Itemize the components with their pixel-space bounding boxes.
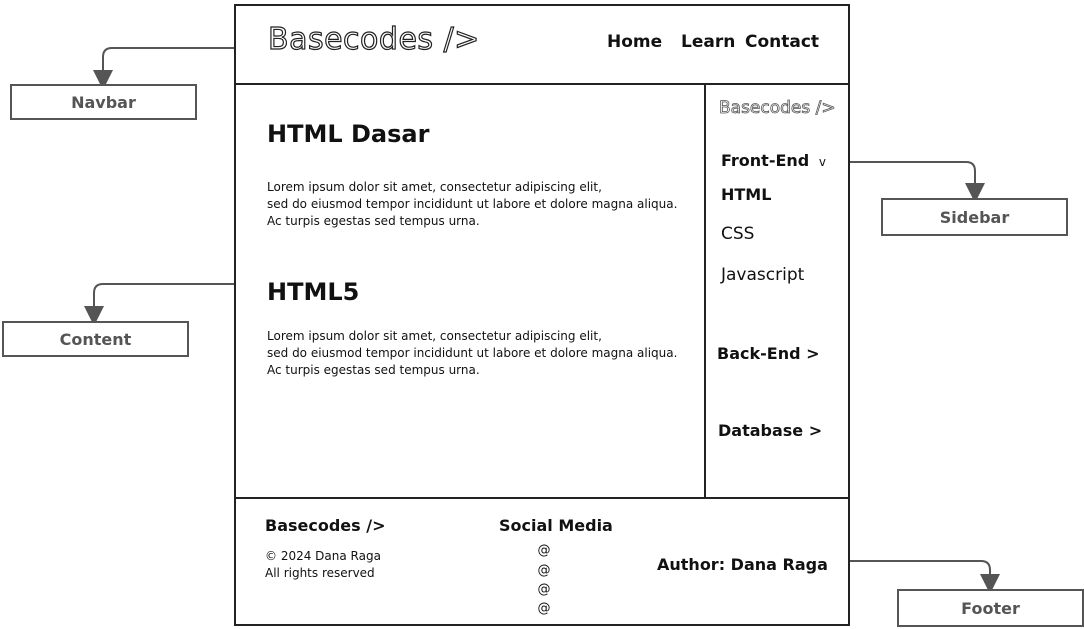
chevron-down-icon: v	[818, 155, 826, 169]
sidebar-database[interactable]: Database >	[718, 421, 822, 440]
sidebar-item-html[interactable]: HTML	[721, 185, 771, 204]
footer-divider	[234, 497, 850, 499]
social-icon[interactable]: @	[534, 543, 554, 558]
navbar-divider	[234, 83, 850, 85]
sidebar-item-javascript[interactable]: Javascript	[721, 265, 804, 285]
content-label-box: Content	[2, 321, 189, 357]
paragraph-line: sed do eiusmod tempor incididunt ut labo…	[267, 197, 678, 211]
content-paragraph-1: Lorem ipsum dolor sit amet, consectetur …	[267, 179, 697, 230]
footer-label: Footer	[961, 598, 1020, 618]
content-connector	[84, 283, 234, 326]
paragraph-line: sed do eiusmod tempor incididunt ut labo…	[267, 346, 678, 360]
paragraph-line: Ac turpis egestas sed tempus urna.	[267, 363, 480, 377]
sidebar-item-css[interactable]: CSS	[721, 224, 754, 244]
paragraph-line: Ac turpis egestas sed tempus urna.	[267, 214, 480, 228]
content-heading-2: HTML5	[267, 278, 360, 306]
footer-rights: All rights reserved	[265, 566, 375, 580]
footer-connector	[850, 560, 1000, 594]
social-icon[interactable]: @	[534, 601, 554, 616]
navbar-label-box: Navbar	[10, 84, 197, 120]
sidebar-connector	[850, 161, 985, 203]
footer-label-box: Footer	[897, 589, 1084, 627]
paragraph-line: Lorem ipsum dolor sit amet, consectetur …	[267, 180, 602, 194]
navbar-logo[interactable]: Basecodes />	[267, 21, 480, 57]
sidebar-front-end-label: Front-End	[721, 151, 810, 170]
footer-social-title: Social Media	[499, 516, 613, 535]
navbar-label: Navbar	[71, 92, 136, 112]
paragraph-line: Lorem ipsum dolor sit amet, consectetur …	[267, 329, 602, 343]
nav-link-learn[interactable]: Learn	[681, 32, 735, 52]
navbar-connector	[93, 47, 234, 90]
sidebar-back-end[interactable]: Back-End >	[717, 344, 820, 363]
content-paragraph-2: Lorem ipsum dolor sit amet, consectetur …	[267, 328, 697, 379]
social-icon[interactable]: @	[534, 563, 554, 578]
sidebar-label: Sidebar	[939, 207, 1010, 227]
sidebar-front-end[interactable]: Front-End v	[721, 151, 826, 170]
nav-link-home[interactable]: Home	[607, 32, 662, 52]
content-heading-1: HTML Dasar	[267, 120, 430, 148]
sidebar-divider	[704, 84, 706, 498]
sidebar-label-box: Sidebar	[881, 198, 1068, 236]
footer-author: Author: Dana Raga	[657, 555, 828, 574]
social-icon[interactable]: @	[534, 582, 554, 597]
nav-link-contact[interactable]: Contact	[745, 32, 819, 52]
sidebar-logo[interactable]: Basecodes />	[719, 98, 836, 119]
footer-copyright: © 2024 Dana Raga	[265, 549, 381, 563]
content-label: Content	[59, 329, 132, 349]
footer-brand: Basecodes />	[265, 516, 386, 535]
